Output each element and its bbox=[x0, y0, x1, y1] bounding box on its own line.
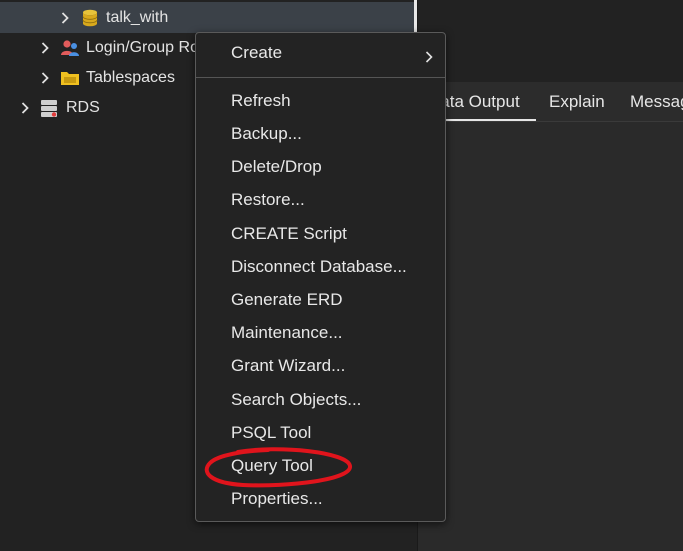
menu-item-label: Delete/Drop bbox=[231, 157, 322, 176]
query-panel-header bbox=[418, 0, 683, 82]
chevron-right-icon bbox=[425, 48, 435, 63]
folder-icon bbox=[60, 68, 80, 88]
chevron-right-icon[interactable] bbox=[20, 102, 30, 114]
menu-item-label: Generate ERD bbox=[231, 290, 343, 309]
menu-item-label: Disconnect Database... bbox=[231, 257, 407, 276]
menu-item-label: Maintenance... bbox=[231, 323, 343, 342]
menu-separator bbox=[196, 77, 445, 78]
menu-item-create-script[interactable]: CREATE Script bbox=[196, 219, 445, 249]
chevron-right-icon[interactable] bbox=[60, 12, 70, 24]
tree-node-database[interactable]: talk_with bbox=[60, 3, 168, 33]
chevron-right-icon[interactable] bbox=[40, 72, 50, 84]
menu-item-label: Refresh bbox=[231, 91, 291, 110]
menu-item-create[interactable]: Create bbox=[196, 38, 445, 68]
database-icon bbox=[80, 8, 100, 28]
tab-label: Explain bbox=[549, 92, 605, 111]
menu-item-label: CREATE Script bbox=[231, 224, 347, 243]
menu-item-grant-wizard[interactable]: Grant Wizard... bbox=[196, 351, 445, 381]
menu-item-maintenance[interactable]: Maintenance... bbox=[196, 318, 445, 348]
menu-item-delete-drop[interactable]: Delete/Drop bbox=[196, 152, 445, 182]
menu-item-query-tool[interactable]: Query Tool bbox=[196, 451, 445, 481]
tab-explain[interactable]: Explain bbox=[549, 82, 605, 121]
menu-item-backup[interactable]: Backup... bbox=[196, 119, 445, 149]
menu-item-refresh[interactable]: Refresh bbox=[196, 86, 445, 116]
server-icon bbox=[40, 98, 60, 118]
tree-node-server[interactable]: RDS bbox=[20, 93, 100, 123]
tree-node-label: Tablespaces bbox=[86, 69, 175, 86]
context-menu: Create Refresh Backup... Delete/Drop Res… bbox=[195, 32, 446, 522]
menu-item-label: Properties... bbox=[231, 489, 323, 508]
menu-item-label: Backup... bbox=[231, 124, 302, 143]
menu-item-psql-tool[interactable]: PSQL Tool bbox=[196, 418, 445, 448]
menu-item-restore[interactable]: Restore... bbox=[196, 185, 445, 215]
tree-node-label: talk_with bbox=[106, 9, 169, 26]
menu-item-generate-erd[interactable]: Generate ERD bbox=[196, 285, 445, 315]
menu-item-label: Search Objects... bbox=[231, 390, 362, 409]
menu-item-label: Create bbox=[231, 43, 283, 62]
menu-item-properties[interactable]: Properties... bbox=[196, 484, 445, 514]
menu-item-label: Grant Wizard... bbox=[231, 356, 346, 375]
menu-item-label: PSQL Tool bbox=[231, 423, 312, 442]
tree-node-login-roles[interactable]: Login/Group Roles bbox=[40, 33, 219, 63]
results-tab-bar: Data Output Explain Messages bbox=[418, 82, 683, 122]
tab-label: Messages bbox=[630, 92, 683, 111]
users-icon bbox=[60, 38, 80, 58]
tree-node-label: RDS bbox=[66, 99, 100, 116]
menu-item-label: Restore... bbox=[231, 190, 305, 209]
chevron-right-icon[interactable] bbox=[40, 42, 50, 54]
results-content-area bbox=[418, 122, 683, 551]
menu-item-label: Query Tool bbox=[231, 456, 313, 475]
tree-node-tablespaces[interactable]: Tablespaces bbox=[40, 63, 175, 93]
menu-item-disconnect-database[interactable]: Disconnect Database... bbox=[196, 252, 445, 282]
tab-messages[interactable]: Messages bbox=[630, 82, 683, 121]
menu-item-search-objects[interactable]: Search Objects... bbox=[196, 385, 445, 415]
